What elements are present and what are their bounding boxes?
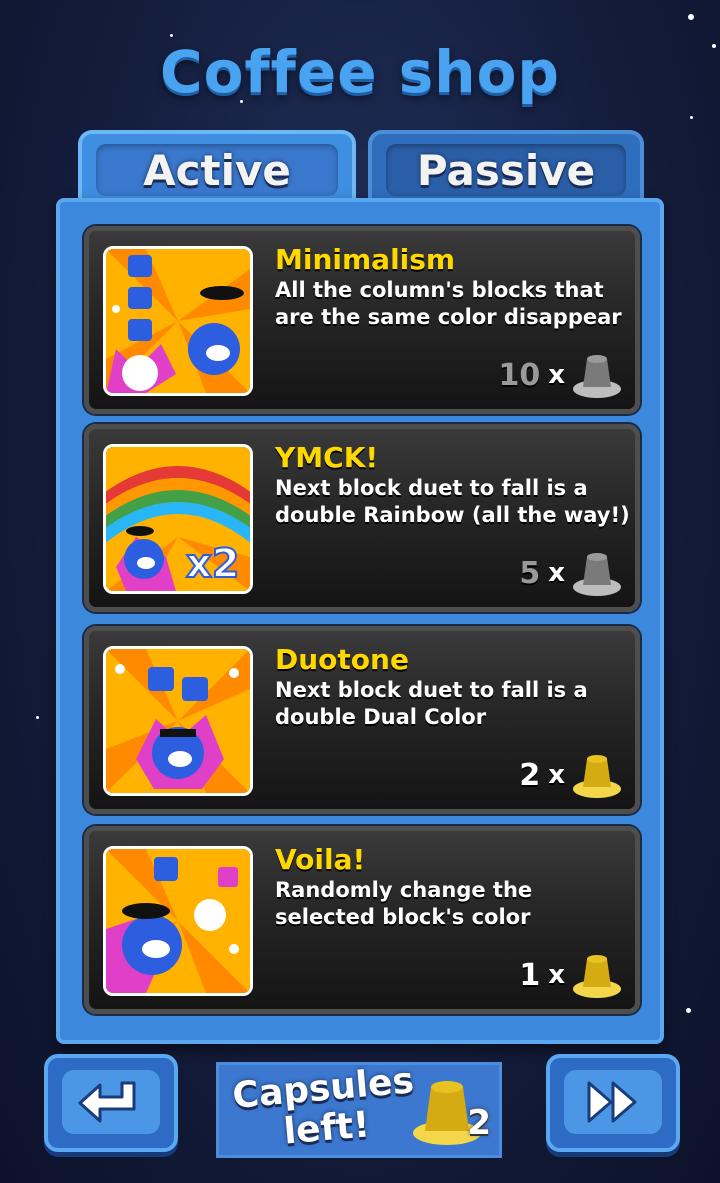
item-description: Next block duet to fall is a double Rain… <box>275 476 630 527</box>
tab-active-label: Active <box>96 144 338 196</box>
capsules-left-count: 2 <box>467 1103 491 1143</box>
voila-artwork <box>103 846 253 996</box>
item-cost: 2 x <box>519 751 623 799</box>
screen-title: Coffee shop <box>160 38 560 106</box>
item-cost: 5 x <box>519 549 623 597</box>
item-description: Randomly change the selected block's col… <box>275 878 533 929</box>
item-title: YMCK! <box>275 441 379 474</box>
item-cost: 10 x <box>498 351 623 399</box>
fast-forward-button[interactable] <box>546 1054 680 1152</box>
cost-value: 10 <box>498 357 541 393</box>
cost-multiplier: x <box>548 360 565 390</box>
star <box>170 34 173 37</box>
capsule-gray-icon <box>573 553 621 596</box>
star <box>690 116 693 119</box>
shop-panel: Minimalism All the column's blocks that … <box>56 198 664 1044</box>
fast-forward-button-face <box>564 1070 662 1134</box>
item-cost: 1 x <box>519 951 623 999</box>
cost-multiplier: x <box>548 558 565 588</box>
item-title: Voila! <box>275 843 366 876</box>
cost-value: 1 <box>519 957 541 993</box>
item-description: Next block duet to fall is a double Dual… <box>275 678 588 729</box>
fast-forward-icon <box>587 1081 637 1123</box>
back-button-face <box>62 1070 160 1134</box>
capsule-gold-icon <box>573 755 621 798</box>
shop-item-ymck[interactable]: x2 YMCK! Next block duet to fall is a do… <box>84 424 640 612</box>
shop-item-duotone[interactable]: Duotone Next block duet to fall is a dou… <box>84 626 640 814</box>
star <box>36 716 39 719</box>
capsule-gold-icon <box>573 955 621 998</box>
tab-passive-label: Passive <box>386 144 626 196</box>
capsules-left-display: Capsules left! 2 <box>216 1060 502 1158</box>
minimalism-artwork <box>103 246 253 396</box>
item-description: All the column's blocks that are the sam… <box>275 278 622 329</box>
shop-item-voila[interactable]: Voila! Randomly change the selected bloc… <box>84 826 640 1014</box>
duotone-artwork <box>103 646 253 796</box>
capsules-left-label: Capsules left! <box>230 1060 416 1153</box>
back-button[interactable] <box>44 1054 178 1152</box>
cost-multiplier: x <box>548 960 565 990</box>
shop-item-minimalism[interactable]: Minimalism All the column's blocks that … <box>84 226 640 414</box>
ymck-artwork: x2 <box>103 444 253 594</box>
return-arrow-icon <box>78 1081 136 1123</box>
star <box>686 1008 691 1013</box>
item-title: Minimalism <box>275 243 456 276</box>
capsule-gray-icon <box>573 355 621 398</box>
tab-passive[interactable]: Passive <box>368 130 644 202</box>
item-title: Duotone <box>275 643 409 676</box>
cost-value: 2 <box>519 757 541 793</box>
x2-badge: x2 <box>186 541 240 587</box>
cost-value: 5 <box>519 555 541 591</box>
tab-active[interactable]: Active <box>78 130 356 202</box>
cost-multiplier: x <box>548 760 565 790</box>
star <box>688 14 694 20</box>
